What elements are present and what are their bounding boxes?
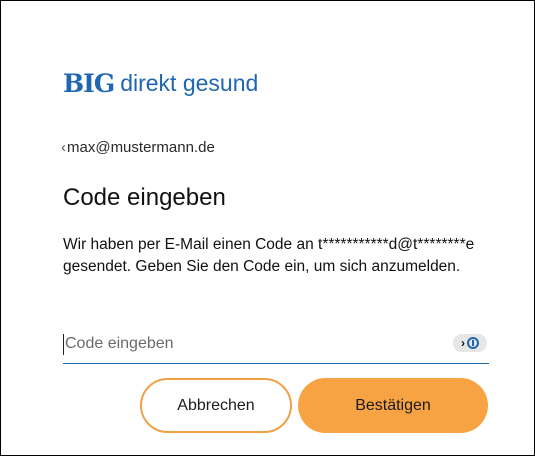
cancel-button[interactable]: Abbrechen bbox=[140, 378, 292, 433]
password-manager-badge[interactable]: › bbox=[453, 334, 487, 352]
confirm-button[interactable]: Bestätigen bbox=[298, 378, 488, 433]
page-title: Code eingeben bbox=[63, 184, 226, 211]
code-input[interactable] bbox=[63, 329, 435, 359]
dialog-frame: BIG direkt gesund ‹max@mustermann.de Cod… bbox=[0, 0, 535, 456]
big-logo-mark: BIG bbox=[63, 69, 115, 98]
text-cursor bbox=[63, 334, 64, 355]
chevron-right-icon: › bbox=[461, 336, 465, 350]
back-caret-icon[interactable]: ‹ bbox=[61, 139, 66, 156]
account-identity[interactable]: ‹max@mustermann.de bbox=[61, 139, 215, 156]
brand-name: direkt gesund bbox=[120, 70, 259, 96]
account-email: max@mustermann.de bbox=[67, 139, 215, 156]
password-manager-icon bbox=[467, 337, 479, 349]
code-field: › bbox=[63, 329, 489, 364]
instruction-text: Wir haben per E-Mail einen Code an t****… bbox=[63, 236, 475, 275]
brand-logo: BIG direkt gesund bbox=[63, 69, 258, 98]
